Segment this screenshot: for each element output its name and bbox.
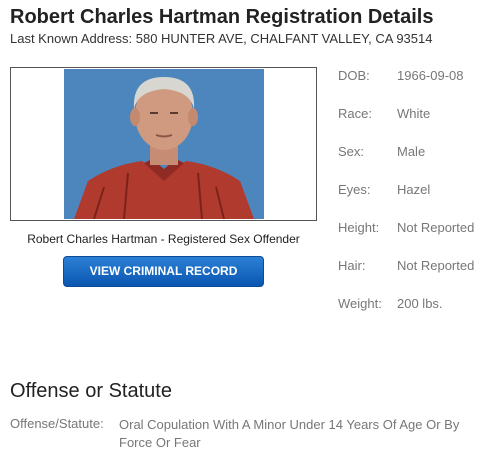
- detail-row-race: Race: White: [338, 106, 488, 144]
- height-value: Not Reported: [397, 220, 475, 235]
- hair-label: Hair:: [338, 258, 366, 273]
- offender-photo: [64, 69, 264, 219]
- hair-value: Not Reported: [397, 258, 475, 273]
- height-label: Height:: [338, 220, 380, 235]
- offense-section-title: Offense or Statute: [10, 380, 172, 402]
- photo-frame: [10, 67, 317, 221]
- detail-row-dob: DOB: 1966-09-08: [338, 68, 488, 106]
- sex-value: Male: [397, 144, 426, 159]
- eyes-value: Hazel: [397, 182, 431, 197]
- offense-value: Oral Copulation With A Minor Under 14 Ye…: [119, 417, 460, 450]
- last-known-address: Last Known Address: 580 HUNTER AVE, CHAL…: [10, 31, 433, 46]
- detail-row-weight: Weight: 200 lbs.: [338, 296, 488, 334]
- details-list: DOB: 1966-09-08 Race: White Sex: Male Ey…: [338, 68, 488, 334]
- offense-label: Offense/Statute:: [10, 416, 104, 431]
- weight-value: 200 lbs.: [397, 296, 443, 311]
- view-criminal-record-button[interactable]: VIEW CRIMINAL RECORD: [63, 256, 264, 287]
- photo-caption: Robert Charles Hartman - Registered Sex …: [27, 232, 300, 246]
- race-value: White: [397, 106, 431, 121]
- race-label: Race:: [338, 106, 372, 121]
- detail-row-sex: Sex: Male: [338, 144, 488, 182]
- eyes-label: Eyes:: [338, 182, 371, 197]
- mugshot-illustration: [64, 69, 264, 219]
- detail-row-eyes: Eyes: Hazel: [338, 182, 488, 220]
- sex-label: Sex:: [338, 144, 365, 159]
- dob-value: 1966-09-08: [397, 68, 464, 83]
- dob-label: DOB:: [338, 68, 370, 83]
- detail-row-height: Height: Not Reported: [338, 220, 488, 258]
- page-title: Robert Charles Hartman Registration Deta…: [10, 6, 434, 28]
- weight-label: Weight:: [338, 296, 382, 311]
- detail-row-hair: Hair: Not Reported: [338, 258, 488, 296]
